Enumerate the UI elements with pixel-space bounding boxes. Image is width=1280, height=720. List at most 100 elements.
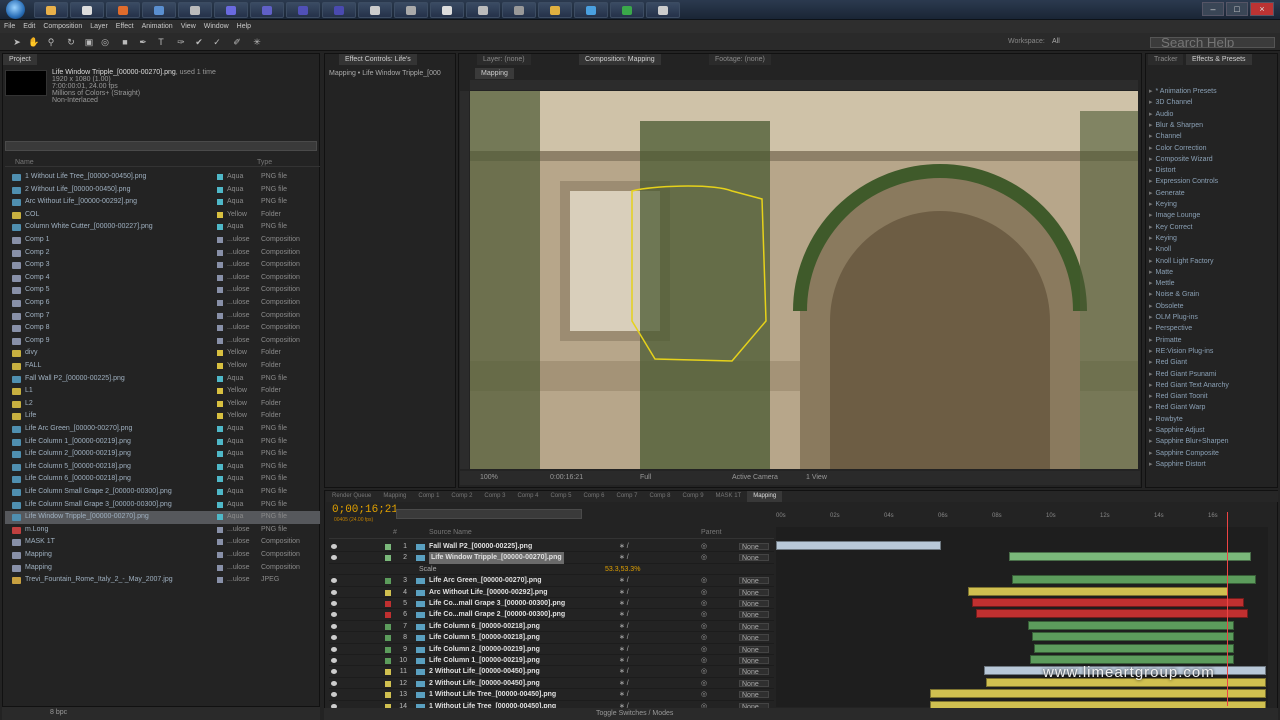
views-dropdown[interactable]: 1 View xyxy=(806,474,827,481)
layer-switches[interactable]: ∗ / xyxy=(619,621,629,632)
parent-dropdown[interactable]: None xyxy=(739,645,769,654)
layer-name[interactable]: Life Column 6_[00000-00218].png xyxy=(429,621,540,632)
parent-pickwhip-icon[interactable]: ◎ xyxy=(701,552,707,563)
parent-pickwhip-icon[interactable]: ◎ xyxy=(701,632,707,643)
parent-dropdown[interactable]: None xyxy=(739,679,769,688)
effect-category[interactable]: Noise & Grain xyxy=(1149,289,1200,300)
pan-behind-tool-icon[interactable]: ◎ xyxy=(100,37,110,47)
layer-row[interactable]: 11 2 Without Life_[00000-00450].png ∗ / ◎ No… xyxy=(329,666,774,678)
layer-switches[interactable]: ∗ / xyxy=(619,644,629,655)
label-swatch[interactable] xyxy=(217,476,223,483)
clone-tool-icon[interactable]: ✔ xyxy=(194,37,204,47)
effect-category[interactable]: Red Giant Text Anarchy xyxy=(1149,380,1229,391)
label-swatch[interactable] xyxy=(217,388,223,395)
visibility-eye-icon[interactable] xyxy=(331,578,337,584)
effect-category[interactable]: Sapphire Blur+Sharpen xyxy=(1149,436,1229,447)
visibility-eye-icon[interactable] xyxy=(331,680,337,686)
effect-category[interactable]: Perspective xyxy=(1149,323,1193,334)
effect-category[interactable]: Rowbyte xyxy=(1149,414,1183,425)
layer-name[interactable]: Life Co...mall Grape 2_[00000-00300].png xyxy=(429,609,565,620)
layer-name[interactable]: 2 Without Life_[00000-00450].png xyxy=(429,678,540,689)
effect-category[interactable]: Matte xyxy=(1149,267,1174,278)
effect-category[interactable]: Audio xyxy=(1149,109,1174,120)
visibility-eye-icon[interactable] xyxy=(331,623,337,629)
label-swatch[interactable] xyxy=(217,577,223,584)
project-item[interactable]: divy Yellow Folder xyxy=(5,347,320,360)
project-item[interactable]: Comp 1 ...ulose Composition xyxy=(5,234,320,247)
parent-pickwhip-icon[interactable]: ◎ xyxy=(701,678,707,689)
parent-dropdown[interactable]: None xyxy=(739,691,769,699)
label-swatch[interactable] xyxy=(385,680,391,687)
parent-pickwhip-icon[interactable]: ◎ xyxy=(701,541,707,552)
layer-name[interactable]: 2 Without Life_[00000-00450].png xyxy=(429,666,540,677)
label-swatch[interactable] xyxy=(385,555,391,562)
project-item[interactable]: Life Window Tripple_[00000-00270].png Aqu… xyxy=(5,511,320,524)
menu-view[interactable]: View xyxy=(177,20,200,33)
tab-effect-controls[interactable]: Effect Controls: Life's xyxy=(339,54,417,65)
timeline-tab[interactable]: Comp 2 xyxy=(445,491,478,502)
project-item[interactable]: 1 Without Life Tree_[00000-00450].png Aqu… xyxy=(5,171,320,184)
layer-name[interactable]: Life Arc Green_[00000-00270].png xyxy=(429,575,542,586)
effect-category[interactable]: Knoll Light Factory xyxy=(1149,256,1214,267)
menu-layer[interactable]: Layer xyxy=(86,20,112,33)
taskbar-app-button[interactable] xyxy=(502,2,536,18)
effect-category[interactable]: Distort xyxy=(1149,165,1176,176)
effect-category[interactable]: Red Giant Toonit xyxy=(1149,391,1208,402)
menu-file[interactable]: File xyxy=(0,20,19,33)
taskbar-app-button[interactable] xyxy=(214,2,248,18)
col-type[interactable]: Type xyxy=(257,159,272,166)
tab-layer[interactable]: Layer: (none) xyxy=(477,54,531,65)
parent-dropdown[interactable]: None xyxy=(739,600,769,608)
label-swatch[interactable] xyxy=(217,186,223,193)
resolution-dropdown[interactable]: Full xyxy=(640,474,651,481)
layer-row[interactable]: 6 Life Co...mall Grape 2_[00000-00300].pn… xyxy=(329,609,774,621)
taskbar-app-button[interactable] xyxy=(142,2,176,18)
taskbar-app-button[interactable] xyxy=(430,2,464,18)
camera-tool-icon[interactable]: ▣ xyxy=(84,37,94,47)
parent-dropdown[interactable]: None xyxy=(739,657,769,665)
effect-category[interactable]: Key Correct xyxy=(1149,222,1193,233)
project-item[interactable]: 2 Without Life_[00000-00450].png Aqua PNG … xyxy=(5,184,320,197)
property-value[interactable]: 53.3,53.3% xyxy=(605,564,640,575)
bpc-label[interactable]: 8 bpc xyxy=(50,709,67,716)
layer-duration-bar[interactable] xyxy=(776,541,941,550)
menu-edit[interactable]: Edit xyxy=(19,20,39,33)
taskbar-app-button[interactable] xyxy=(322,2,356,18)
toggle-switches-modes[interactable]: Toggle Switches / Modes xyxy=(596,710,673,717)
project-item[interactable]: Mapping ...ulose Composition xyxy=(5,562,320,575)
effect-category[interactable]: Knoll xyxy=(1149,244,1172,255)
timeline-tab[interactable]: Comp 5 xyxy=(544,491,577,502)
layer-switches[interactable]: ∗ / xyxy=(619,575,629,586)
parent-dropdown[interactable]: None xyxy=(739,554,769,562)
project-item[interactable]: MASK 1T ...ulose Composition xyxy=(5,536,320,549)
layer-row[interactable]: 3 Life Arc Green_[00000-00270].png ∗ / ◎ Non… xyxy=(329,575,774,587)
label-swatch[interactable] xyxy=(217,463,223,470)
label-swatch[interactable] xyxy=(217,375,223,382)
effect-category[interactable]: Channel xyxy=(1149,131,1182,142)
label-swatch[interactable] xyxy=(217,400,223,407)
label-swatch[interactable] xyxy=(217,274,223,281)
effect-category[interactable]: 3D Channel xyxy=(1149,97,1193,108)
project-item[interactable]: Life Column 5_[00000-00218].png Aqua PNG f… xyxy=(5,461,320,474)
layer-duration-bar[interactable] xyxy=(1030,655,1234,664)
layer-row[interactable]: 7 Life Column 6_[00000-00218].png ∗ / ◎ None xyxy=(329,621,774,633)
timeline-tab[interactable]: Comp 9 xyxy=(677,491,710,502)
property-row[interactable]: Scale 53.3,53.3% xyxy=(329,564,774,576)
visibility-eye-icon[interactable] xyxy=(331,646,337,652)
project-item[interactable]: Life Yellow Folder xyxy=(5,410,320,423)
taskbar-app-button[interactable] xyxy=(538,2,572,18)
label-swatch[interactable] xyxy=(217,501,223,508)
parent-dropdown[interactable]: None xyxy=(739,611,769,619)
label-swatch[interactable] xyxy=(217,426,223,432)
label-swatch[interactable] xyxy=(217,451,223,458)
label-swatch[interactable] xyxy=(217,489,223,495)
label-swatch[interactable] xyxy=(217,211,223,218)
label-swatch[interactable] xyxy=(385,544,391,550)
effect-category[interactable]: Blur & Sharpen xyxy=(1149,120,1203,131)
current-timecode[interactable]: 0;00;16;21 xyxy=(332,504,398,516)
effect-category[interactable]: Sapphire Distort xyxy=(1149,459,1206,470)
taskbar-app-button[interactable] xyxy=(610,2,644,18)
label-swatch[interactable] xyxy=(217,564,223,571)
timeline-search-input[interactable] xyxy=(396,509,582,519)
layer-row[interactable]: 12 2 Without Life_[00000-00450].png ∗ / ◎ No… xyxy=(329,678,774,690)
